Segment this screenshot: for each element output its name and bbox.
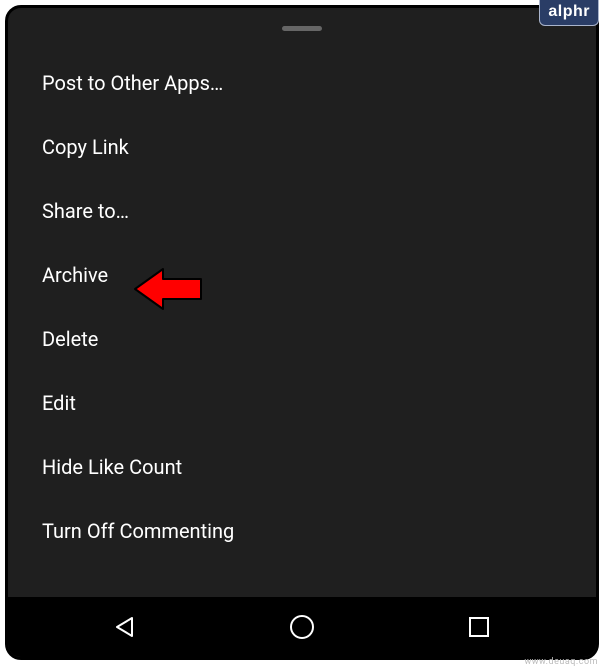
- menu-item-post-to-other-apps[interactable]: Post to Other Apps…: [8, 51, 596, 115]
- menu-item-turn-off-commenting[interactable]: Turn Off Commenting: [8, 499, 596, 563]
- menu-item-delete[interactable]: Delete: [8, 307, 596, 371]
- action-menu: Post to Other Apps… Copy Link Share to… …: [8, 51, 596, 563]
- circle-home-icon: [289, 614, 315, 640]
- menu-item-edit[interactable]: Edit: [8, 371, 596, 435]
- nav-recents-button[interactable]: [419, 597, 539, 657]
- menu-item-archive[interactable]: Archive: [8, 243, 596, 307]
- menu-item-copy-link[interactable]: Copy Link: [8, 115, 596, 179]
- nav-back-button[interactable]: [65, 597, 185, 657]
- triangle-back-icon: [113, 615, 137, 639]
- drag-handle[interactable]: [282, 26, 322, 31]
- square-recents-icon: [468, 616, 490, 638]
- menu-item-hide-like-count[interactable]: Hide Like Count: [8, 435, 596, 499]
- watermark: www.deuaq.com: [524, 657, 598, 667]
- phone-frame: Post to Other Apps… Copy Link Share to… …: [5, 5, 599, 660]
- android-nav-bar: [8, 597, 596, 657]
- menu-item-share-to[interactable]: Share to…: [8, 179, 596, 243]
- source-badge: alphr: [539, 0, 599, 26]
- bottom-sheet: Post to Other Apps… Copy Link Share to… …: [8, 8, 596, 597]
- nav-home-button[interactable]: [242, 597, 362, 657]
